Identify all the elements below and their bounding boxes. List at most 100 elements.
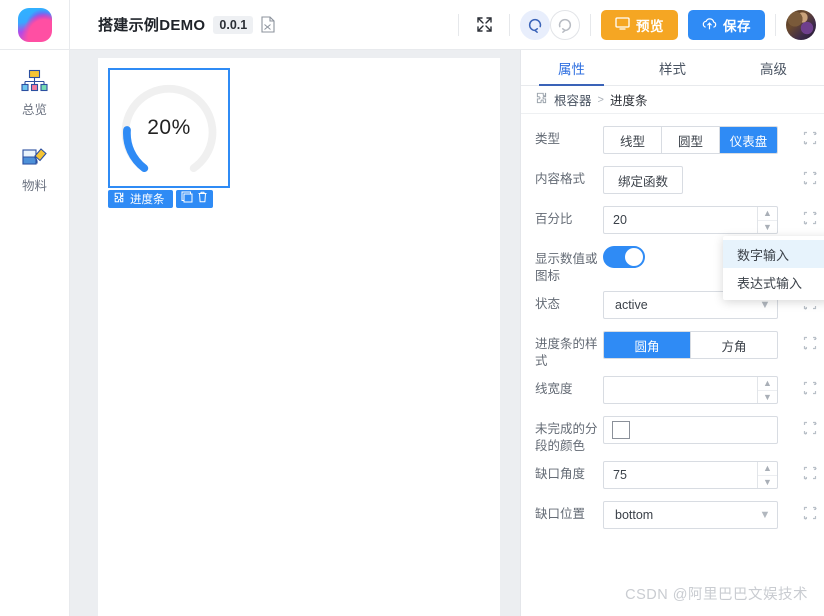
app-root: 搭建示例DEMO 0.0.1 <box>0 0 824 616</box>
stepper-down-icon[interactable]: ▼ <box>758 391 777 404</box>
save-label: 保存 <box>723 15 751 35</box>
preview-button[interactable]: 预览 <box>601 10 678 40</box>
bind-icon[interactable] <box>796 495 824 520</box>
logo-cell <box>0 0 70 50</box>
property-row-percent: 百分比 20 ▲ ▼ <box>521 200 824 240</box>
divider <box>509 14 510 36</box>
stepper-up-icon[interactable]: ▲ <box>758 207 777 221</box>
toolbar-actions: 预览 保存 <box>448 0 824 50</box>
top-toolbar: 搭建示例DEMO 0.0.1 <box>0 0 824 50</box>
property-row-bar-style: 进度条的样式 圆角 方角 <box>521 325 824 370</box>
row-control: 线型 圆型 仪表盘 <box>603 120 796 154</box>
bind-icon[interactable] <box>796 200 824 225</box>
panel-tabs: 属性 样式 高级 <box>521 50 824 86</box>
upload-cloud-icon <box>702 17 717 33</box>
row-control <box>603 410 796 444</box>
type-option-gauge[interactable]: 仪表盘 <box>720 127 777 153</box>
stepper-up-icon[interactable]: ▲ <box>758 462 777 476</box>
component-toolbar: 进度条 <box>108 190 230 208</box>
sidebar-item-overview[interactable]: 总览 <box>0 68 69 118</box>
document-icon[interactable] <box>261 16 275 33</box>
sidebar-item-label: 物料 <box>22 175 47 194</box>
line-width-input[interactable]: ▲ ▼ <box>603 376 778 404</box>
row-control: 75 ▲ ▼ <box>603 455 796 489</box>
left-rail: 总览 物料 <box>0 50 70 616</box>
monitor-icon <box>615 17 630 33</box>
stepper-up-icon[interactable]: ▲ <box>758 377 777 391</box>
overview-icon <box>21 68 49 94</box>
bind-function-button[interactable]: 绑定函数 <box>603 166 683 194</box>
property-row-type: 类型 线型 圆型 仪表盘 <box>521 120 824 160</box>
sidebar-item-materials[interactable]: 物料 <box>0 144 69 194</box>
gap-position-select-value: bottom <box>604 508 753 522</box>
divider <box>458 14 459 36</box>
bind-icon[interactable] <box>796 160 824 185</box>
component-tag-label: 进度条 <box>130 191 165 207</box>
property-row-trail-color: 未完成的分段的颜色 <box>521 410 824 455</box>
bind-icon[interactable] <box>796 325 824 350</box>
line-width-stepper: ▲ ▼ <box>757 377 777 403</box>
page-title: 搭建示例DEMO <box>98 14 205 35</box>
copy-icon[interactable] <box>181 190 193 208</box>
type-option-line[interactable]: 线型 <box>604 127 662 153</box>
stepper-down-icon[interactable]: ▼ <box>758 476 777 489</box>
redo-icon[interactable] <box>550 10 580 40</box>
dropdown-item-expression-input[interactable]: 表达式输入 <box>723 268 824 296</box>
breadcrumb-root[interactable]: 根容器 <box>554 90 592 109</box>
canvas-area: 20% 进度条 <box>70 50 520 616</box>
puzzle-icon <box>535 92 548 108</box>
percent-input[interactable]: 20 ▲ ▼ <box>603 206 778 234</box>
row-label: 线宽度 <box>535 370 603 398</box>
materials-icon <box>21 144 49 170</box>
component-tag[interactable]: 进度条 <box>108 190 173 208</box>
row-label: 缺口角度 <box>535 455 603 483</box>
row-control: bottom ▼ <box>603 495 796 529</box>
type-option-circle[interactable]: 圆型 <box>662 127 720 153</box>
breadcrumb-separator: > <box>598 94 604 106</box>
tab-properties[interactable]: 属性 <box>521 50 622 85</box>
percent-stepper: ▲ ▼ <box>757 207 777 233</box>
property-row-gap-position: 缺口位置 bottom ▼ <box>521 495 824 535</box>
version-badge: 0.0.1 <box>213 16 253 34</box>
save-button[interactable]: 保存 <box>688 10 765 40</box>
row-label: 显示数值或图标 <box>535 240 603 285</box>
sidebar-item-label: 总览 <box>22 99 47 118</box>
row-label: 百分比 <box>535 200 603 228</box>
row-label: 内容格式 <box>535 160 603 188</box>
chevron-down-icon: ▼ <box>753 299 777 311</box>
avatar[interactable] <box>786 10 816 40</box>
app-logo[interactable] <box>18 8 52 42</box>
stepper-down-icon[interactable]: ▼ <box>758 221 777 234</box>
gap-degree-input[interactable]: 75 ▲ ▼ <box>603 461 778 489</box>
row-label: 类型 <box>535 120 603 148</box>
bind-icon[interactable] <box>796 410 824 435</box>
status-select-value: active <box>604 298 753 312</box>
undo-icon[interactable] <box>520 10 550 40</box>
bar-style-option-square[interactable]: 方角 <box>691 332 777 358</box>
show-value-toggle[interactable] <box>603 246 645 268</box>
dropdown-item-number-input[interactable]: 数字输入 <box>723 240 824 268</box>
bar-style-option-round[interactable]: 圆角 <box>604 332 691 358</box>
trail-color-picker[interactable] <box>603 416 778 444</box>
bind-icon[interactable] <box>796 120 824 145</box>
canvas-page[interactable]: 20% 进度条 <box>98 58 500 616</box>
row-control: ▲ ▼ <box>603 370 796 404</box>
fullscreen-icon[interactable] <box>469 10 499 40</box>
percent-input-value: 20 <box>604 213 757 227</box>
progress-component[interactable]: 20% <box>108 68 230 188</box>
color-swatch[interactable] <box>612 421 630 439</box>
bind-icon[interactable] <box>796 370 824 395</box>
chevron-down-icon: ▼ <box>753 509 777 521</box>
trash-icon[interactable] <box>197 190 208 208</box>
row-label: 状态 <box>535 285 603 313</box>
breadcrumb-current: 进度条 <box>610 90 648 109</box>
property-row-line-width: 线宽度 ▲ ▼ <box>521 370 824 410</box>
tab-style[interactable]: 样式 <box>622 50 723 85</box>
divider <box>775 14 776 36</box>
property-rows: 类型 线型 圆型 仪表盘 内容格式 <box>521 114 824 535</box>
properties-panel: 属性 样式 高级 根容器 > 进度条 类型 线型 圆型 <box>520 50 824 616</box>
project-title-group: 搭建示例DEMO 0.0.1 <box>98 14 275 35</box>
gap-position-select[interactable]: bottom ▼ <box>603 501 778 529</box>
tab-advanced[interactable]: 高级 <box>723 50 824 85</box>
bind-icon[interactable] <box>796 455 824 480</box>
